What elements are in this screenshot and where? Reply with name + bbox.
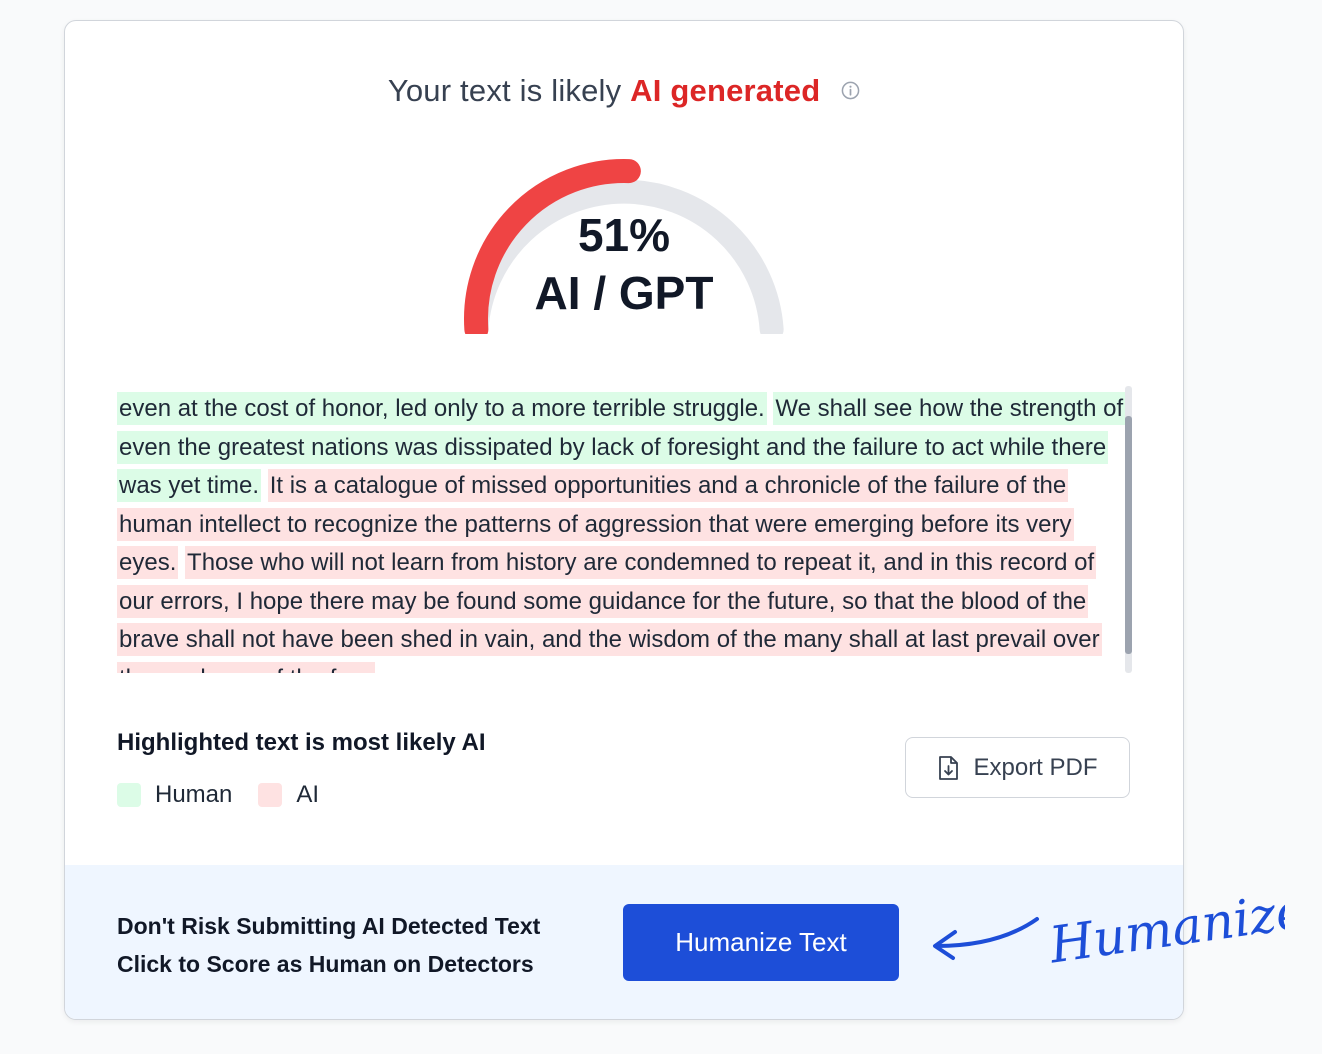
legend-human-label: Human: [155, 781, 233, 808]
text-segment-ai: Those who will not learn from history ar…: [117, 546, 1102, 673]
legend-item-ai: AI: [258, 781, 319, 809]
legend: Human AI: [117, 781, 345, 809]
export-pdf-button[interactable]: Export PDF: [905, 737, 1130, 798]
analyzed-passage: even at the cost of honor, led only to a…: [117, 386, 1129, 673]
info-icon[interactable]: [841, 72, 860, 108]
cta-line-2: Click to Score as Human on Detectors: [117, 951, 534, 977]
verdict-text: AI generated: [630, 73, 821, 108]
cta-line-1: Don't Risk Submitting AI Detected Text: [117, 913, 541, 939]
human-swatch: [117, 783, 141, 807]
humanize-handwritten-text: Humanize!: [1045, 878, 1285, 974]
legend-title: Highlighted text is most likely AI: [117, 729, 486, 756]
text-segment-human: even at the cost of honor, led only to a…: [117, 392, 767, 425]
gauge-label: AI / GPT: [534, 267, 714, 319]
ai-swatch: [258, 783, 283, 807]
analyzed-text-panel[interactable]: even at the cost of honor, led only to a…: [117, 386, 1129, 673]
legend-item-human: Human: [117, 781, 232, 809]
gauge-percentage: 51%: [577, 209, 671, 261]
humanize-annotation: Humanize!: [925, 870, 1322, 985]
result-headline: Your text is likely AI generated: [65, 73, 1183, 111]
scrollbar-thumb[interactable]: [1125, 416, 1132, 654]
legend-ai-label: AI: [296, 781, 320, 808]
humanize-text-button[interactable]: Humanize Text: [623, 904, 899, 981]
cta-message: Don't Risk Submitting AI Detected Text C…: [117, 907, 540, 983]
headline-prefix: Your text is likely: [387, 73, 622, 108]
file-download-icon: [937, 755, 959, 781]
export-pdf-label: Export PDF: [973, 753, 1098, 781]
text-panel-scrollbar[interactable]: [1125, 386, 1132, 673]
